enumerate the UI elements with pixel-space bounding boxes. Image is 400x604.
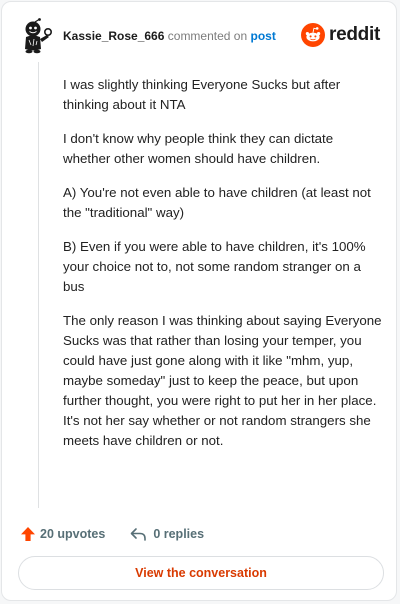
reply-action[interactable]: 0 replies — [129, 526, 204, 542]
reddit-snoo-icon — [301, 23, 326, 47]
comment-paragraph: A) You're not even able to have children… — [63, 185, 371, 220]
username-link[interactable]: Kassie_Rose_666 — [63, 29, 164, 43]
comment-header: Kassie_Rose_666 commented on post reddit — [16, 18, 382, 58]
comment-paragraph: I don't know why people think they can d… — [63, 131, 334, 166]
thread-line — [38, 62, 39, 508]
post-link[interactable]: post — [251, 29, 276, 43]
upvote-action[interactable]: 20 upvotes — [20, 526, 105, 542]
comment-embed-card: Kassie_Rose_666 commented on post reddit… — [1, 1, 397, 601]
comment-paragraph: The only reason I was thinking about say… — [63, 313, 382, 448]
reddit-wordmark: reddit — [329, 24, 380, 45]
commented-on-text: commented on — [167, 29, 248, 43]
view-conversation-button[interactable]: View the conversation — [18, 556, 384, 590]
comment-paragraph: I was slightly thinking Everyone Sucks b… — [63, 77, 341, 112]
comment-body: I was slightly thinking Everyone Sucks b… — [63, 75, 383, 465]
reply-count: 0 replies — [153, 527, 205, 541]
reply-arrow-icon — [131, 528, 147, 541]
comment-paragraph: B) Even if you were able to have childre… — [63, 239, 366, 294]
snoo-avatar-icon[interactable] — [18, 18, 56, 56]
upvote-arrow-icon — [21, 527, 35, 541]
reddit-brand-logo[interactable]: reddit — [301, 22, 380, 48]
comment-actions: 20 upvotes 0 replies — [20, 524, 204, 544]
comment-meta: Kassie_Rose_666 commented on post — [63, 28, 276, 44]
upvote-count: 20 upvotes — [40, 527, 106, 541]
